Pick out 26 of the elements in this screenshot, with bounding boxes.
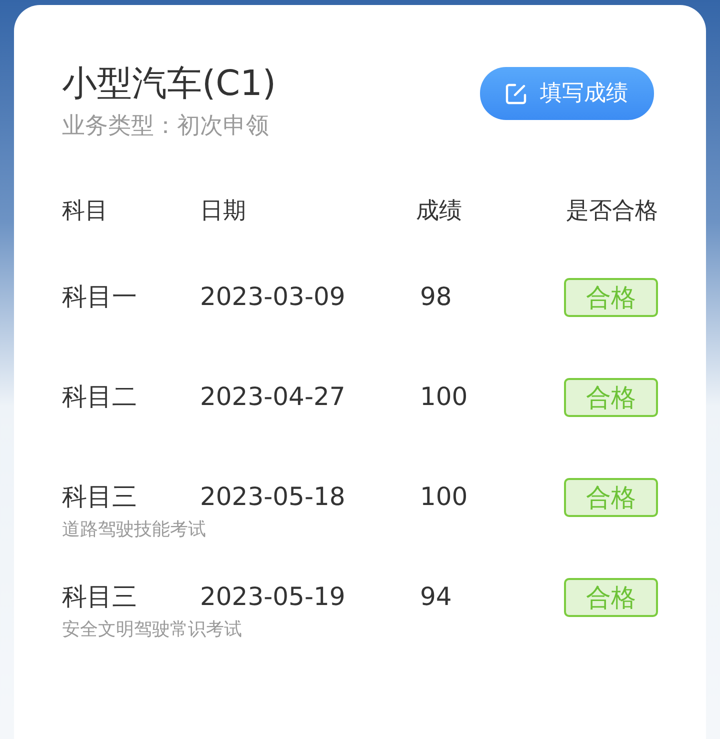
date-cell-text: 2023-05-18	[200, 481, 346, 513]
score-cell-text: 98	[419, 281, 452, 313]
edit-icon	[504, 82, 528, 106]
subject-cell-text: 科目一	[62, 281, 137, 313]
result-badge: 合格	[564, 278, 658, 317]
subject-note: 道路驾驶技能考试	[62, 518, 206, 542]
column-header: 科目	[62, 196, 109, 226]
result-badge: 合格	[564, 478, 658, 517]
subject-cell-text: 科目二	[62, 381, 137, 413]
fill-score-button[interactable]: 填写成绩	[480, 67, 654, 120]
title: 小型汽车(C1)	[62, 63, 276, 105]
date-cell-text: 2023-04-27	[200, 381, 346, 413]
date-cell-text: 2023-03-09	[200, 281, 346, 313]
column-header: 是否合格	[566, 196, 658, 226]
subject-cell-text: 科目三	[62, 581, 137, 613]
result-badge: 合格	[564, 578, 658, 617]
subject-cell-text: 科目三	[62, 481, 137, 513]
column-header: 日期	[200, 196, 247, 226]
result-badge: 合格	[564, 378, 658, 417]
subject-note: 安全文明驾驶常识考试	[62, 618, 242, 642]
score-cell-text: 94	[419, 581, 452, 613]
column-header: 成绩	[416, 196, 463, 226]
score-cell-text: 100	[419, 481, 468, 513]
subtitle: 业务类型：初次申领	[62, 112, 270, 141]
date-cell-text: 2023-05-19	[200, 581, 346, 613]
score-cell-text: 100	[419, 381, 468, 413]
